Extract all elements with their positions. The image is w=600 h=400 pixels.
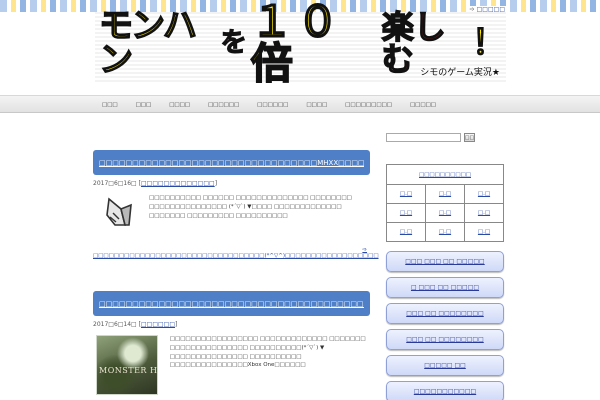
site-banner[interactable]: モンハン を １０倍 楽しむ ！ シモのゲーム実況★ [95, 0, 507, 85]
banner-title-part: １０倍 [250, 0, 343, 88]
post-meta: 2017□6□16□ [□□□□□□□□□□□□□] [93, 180, 218, 187]
thumbnail-logo-text: MONSTER HUN [99, 366, 158, 375]
nav-item[interactable]: □□□□□□□□□ [336, 102, 401, 108]
banner-subtitle: シモのゲーム実況★ [420, 68, 500, 78]
link-table-cell[interactable]: □.□ [464, 222, 504, 242]
post-entry: □□□□□□□□□□□□□□□□□□□□□□□□□□□□□□□□□□□□□□□□… [93, 291, 371, 395]
site-header: ➩ □□□□□ モンハン を １０倍 楽しむ ！ シモのゲーム実況★ [0, 0, 600, 95]
post-body: MONSTER HUN □□□□□□□□□□□□□□□□□ □□□□□□□□□□… [93, 335, 371, 395]
post-date: 2017□6□14□ [93, 321, 137, 328]
sidebar-button-label: □□□□□□□□□□□ [413, 388, 477, 395]
gunlance-icon[interactable] [101, 195, 135, 229]
sidebar-button-label: □□□ □□ □□□□□□□□ [406, 310, 484, 317]
sidebar-button[interactable]: □ □□□ □□ □□□□□ [386, 277, 504, 298]
sidebar-button[interactable]: □□□□□□□□□□□ [386, 381, 504, 400]
sidebar-button-label: □□□□□ □□ [424, 362, 466, 369]
search-button[interactable]: □□ [464, 133, 475, 142]
link-table-cell[interactable]: □.□ [464, 203, 504, 223]
link-table-cell[interactable]: □.□ [425, 222, 465, 242]
post-title[interactable]: □□□□□□□□□□□□□□□□□□□□□□□□□□□□□□□□□□□□□□□□… [99, 300, 364, 308]
post-thumbnail[interactable]: MONSTER HUN [96, 335, 158, 395]
post-category-link[interactable]: □□□□□□□□□□□□□ [141, 180, 215, 187]
sidebar-button-label: □□□ □□ □□□□□□□□ [406, 336, 484, 343]
banner-title-part: ！ [471, 23, 507, 63]
sidebar-button[interactable]: □□□□□ □□ [386, 355, 504, 376]
post-meta: 2017□6□14□ [□□□□□□] [93, 321, 178, 328]
search-input[interactable] [386, 133, 461, 142]
post-excerpt: □□□□□□□□□□□□□□□□□ □□□□□□□□□□□□□ □□□□□□□ … [169, 336, 366, 369]
global-nav: □□□ □□□ □□□□ □□□□□□ □□□□□□ □□□□ □□□□□□□□… [0, 95, 600, 113]
link-table: □□□□□□□□□□ □.□ □.□ □.□ □.□ □.□ □.□ □.□ □… [386, 164, 504, 242]
nav-item[interactable]: □□□ [127, 102, 161, 108]
nav-item[interactable]: □□□□□ [401, 102, 445, 108]
nav-item[interactable]: □□□ [93, 102, 127, 108]
banner-title-part: モンハン [98, 6, 197, 80]
link-table-cell[interactable]: □.□ [464, 184, 504, 204]
link-table-cell[interactable]: □.□ [425, 203, 465, 223]
nav-item[interactable]: □□□□ [160, 102, 199, 108]
post-excerpt: □□□□□□□□□□ □□□□□□ □□□□□□□□□□□□□□ □□□□□□□… [149, 195, 352, 219]
sidebar-button-list: □□□ □□□ □□ □□□□□ □ □□□ □□ □□□□□ □□□ □□ □… [386, 251, 506, 400]
sidebar-button[interactable]: □□□ □□□ □□ □□□□□ [386, 251, 504, 272]
read-more-link[interactable]: ➩ □□□□□□□□□□□□□□□□□□□□□□□□□□□□□□□□□(*^▽^… [93, 247, 379, 259]
sidebar-button[interactable]: □□□ □□ □□□□□□□□ [386, 303, 504, 324]
link-table-cell[interactable]: □.□ [386, 184, 426, 204]
link-table-cell[interactable]: □.□ [386, 222, 426, 242]
link-table-cell[interactable]: □.□ [386, 203, 426, 223]
link-table-cell[interactable]: □.□ [425, 184, 465, 204]
post-title-bar[interactable]: □□□□□□□□□□□□□□□□□□□□□□□□□□□□□□□□□MHXX□□□… [93, 150, 370, 175]
post-title[interactable]: □□□□□□□□□□□□□□□□□□□□□□□□□□□□□□□□□MHXX□□□… [99, 159, 364, 167]
post-date: 2017□6□16□ [93, 180, 137, 187]
post-title-bar[interactable]: □□□□□□□□□□□□□□□□□□□□□□□□□□□□□□□□□□□□□□□□… [93, 291, 370, 316]
banner-title-part: を [220, 28, 247, 58]
sidebar: □□ □□□□□□□□□□ □.□ □.□ □.□ □.□ □.□ □.□ □.… [386, 133, 506, 400]
read-more-label: □□□□□□□□□□□□□□□□□□□□□□□□□□□□□□□□□(*^▽^)□… [93, 253, 379, 259]
sidebar-button[interactable]: □□□ □□ □□□□□□□□ [386, 329, 504, 350]
nav-item[interactable]: □□□□□□ [248, 102, 297, 108]
sidebar-button-label: □ □□□ □□ □□□□□ [410, 284, 480, 291]
post-body: □□□□□□□□□□ □□□□□□ □□□□□□□□□□□□□□ □□□□□□□… [93, 194, 371, 229]
search-form: □□ [386, 133, 506, 142]
link-table-header[interactable]: □□□□□□□□□□ [386, 164, 504, 185]
nav-item[interactable]: □□□□ [297, 102, 336, 108]
nav-item[interactable]: □□□□□□ [199, 102, 248, 108]
banner-title: モンハン を １０倍 楽しむ ！ [98, 0, 507, 85]
sidebar-button-label: □□□ □□□ □□ □□□□□ [405, 258, 485, 265]
post-category-link[interactable]: □□□□□□ [141, 321, 175, 328]
post-entry: □□□□□□□□□□□□□□□□□□□□□□□□□□□□□□□□□MHXX□□□… [93, 150, 379, 259]
